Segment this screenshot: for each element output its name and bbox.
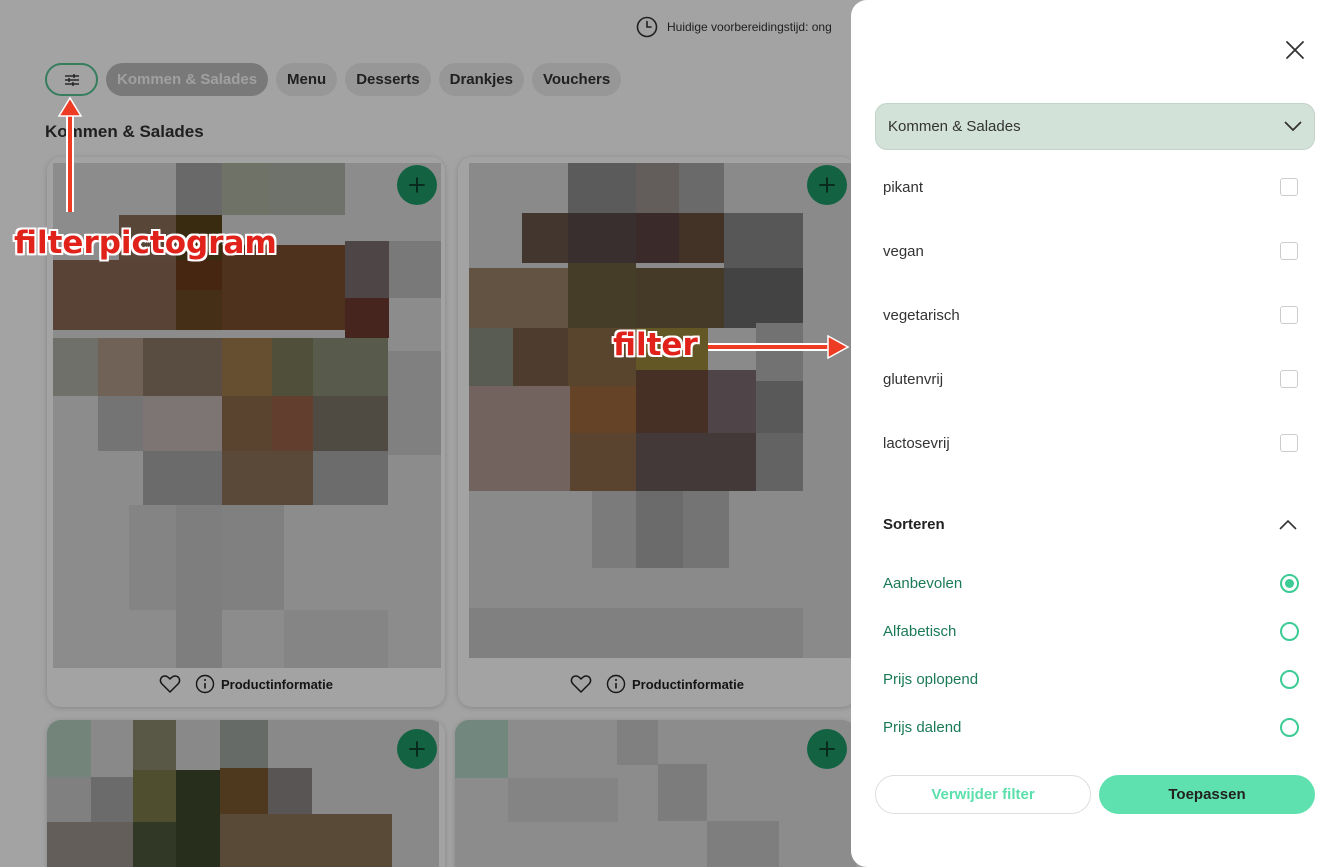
chevron-up-icon (1279, 519, 1297, 530)
sort-option-aanbevolen[interactable]: Aanbevolen (883, 571, 1299, 595)
sort-radio[interactable] (1280, 621, 1299, 641)
filter-option-label: pikant (883, 178, 924, 196)
close-icon[interactable] (1285, 40, 1305, 60)
sort-option-prijs-dalend[interactable]: Prijs dalend (883, 715, 1299, 739)
sort-option-label: Aanbevolen (883, 574, 963, 592)
filter-option-label: glutenvrij (883, 370, 944, 388)
filter-option-vegan[interactable]: vegan (883, 239, 1298, 263)
filter-drawer: Kommen & Salades pikant vegan vegetarisc… (851, 0, 1330, 867)
sort-radio[interactable] (1280, 669, 1299, 689)
annotation-filter-label: filter (613, 327, 698, 363)
category-select-value: Kommen & Salades (888, 118, 1021, 135)
annotation-filter-icon-label: filterpictogram (14, 225, 277, 261)
sort-radio[interactable] (1280, 573, 1299, 593)
filter-checkbox[interactable] (1280, 242, 1298, 260)
sort-option-alfabetisch[interactable]: Alfabetisch (883, 619, 1299, 643)
filter-option-label: lactosevrij (883, 434, 950, 452)
filter-checkbox[interactable] (1280, 306, 1298, 324)
sort-title: Sorteren (883, 515, 945, 533)
filter-option-glutenvrij[interactable]: glutenvrij (883, 367, 1298, 391)
sort-option-prijs-oplopend[interactable]: Prijs oplopend (883, 667, 1299, 691)
filter-option-label: vegetarisch (883, 306, 960, 324)
filter-option-label: vegan (883, 242, 924, 260)
apply-button[interactable]: Toepassen (1099, 775, 1315, 814)
chevron-down-icon (1284, 121, 1302, 132)
filter-checkbox[interactable] (1280, 370, 1298, 388)
filter-option-pikant[interactable]: pikant (883, 175, 1298, 199)
filter-checkbox[interactable] (1280, 434, 1298, 452)
sort-option-label: Alfabetisch (883, 622, 957, 640)
filter-option-lactosevrij[interactable]: lactosevrij (883, 431, 1298, 455)
app-root: Huidige voorbereidingstijd: ong Kommen &… (0, 0, 1330, 867)
clear-filter-button[interactable]: Verwijder filter (875, 775, 1091, 814)
filter-option-vegetarisch[interactable]: vegetarisch (883, 303, 1298, 327)
sort-section-header[interactable]: Sorteren (883, 512, 1297, 536)
sort-option-label: Prijs dalend (883, 718, 962, 736)
filter-checkbox[interactable] (1280, 178, 1298, 196)
category-select[interactable]: Kommen & Salades (875, 103, 1315, 150)
sort-option-label: Prijs oplopend (883, 670, 979, 688)
sort-radio[interactable] (1280, 717, 1299, 737)
